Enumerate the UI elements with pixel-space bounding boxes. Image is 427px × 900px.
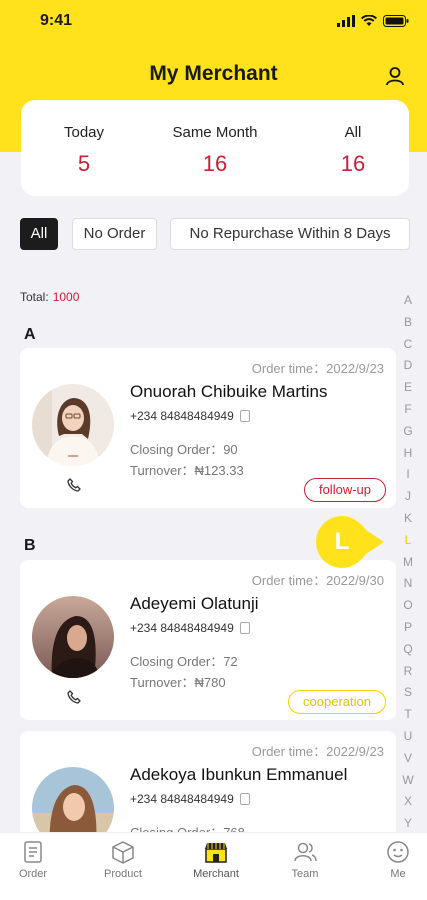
alphabet-index-letter[interactable]: I: [401, 464, 415, 486]
tab-label: Team: [291, 868, 319, 880]
merchant-card[interactable]: Order time：2022/9/30 Adeyemi Olatunji +2…: [20, 560, 396, 720]
filter-no-order[interactable]: No Order: [72, 218, 157, 250]
turnover: Turnover：₦123.33: [130, 463, 244, 478]
closing-order: Closing Order：72: [130, 654, 238, 669]
stat-label: Same Month: [172, 124, 258, 141]
total-value: 1000: [52, 290, 80, 304]
merchant-icon: [205, 843, 227, 863]
merchant-card[interactable]: Order time：2022/9/23 Onuorah Chibuike Ma…: [20, 348, 396, 508]
alphabet-index-letter[interactable]: V: [401, 748, 415, 770]
merchant-name: Onuorah Chibuike Martins: [130, 382, 328, 401]
alphabet-index-letter[interactable]: X: [401, 791, 415, 813]
tab-label: Order: [18, 868, 48, 880]
order-icon: [24, 841, 42, 863]
section-letter-a: A: [24, 326, 36, 343]
merchant-phone: +234 84848484949: [130, 792, 250, 806]
tab-me[interactable]: Me: [363, 839, 427, 880]
avatar: [32, 384, 114, 466]
stat-label: All: [344, 124, 362, 141]
page-title: My Merchant: [149, 62, 278, 85]
phone-number: +234 84848484949: [130, 792, 234, 806]
phone-number: +234 84848484949: [130, 621, 234, 635]
me-icon: [387, 841, 409, 863]
alphabet-index-letter[interactable]: H: [401, 443, 415, 465]
order-time: Order time：2022/9/23: [251, 361, 384, 376]
alphabet-index-letter[interactable]: L: [401, 530, 415, 552]
alphabet-index-letter[interactable]: P: [401, 617, 415, 639]
alphabet-index-letter[interactable]: O: [401, 595, 415, 617]
tab-label: Merchant: [193, 868, 239, 880]
user-icon[interactable]: [385, 66, 405, 86]
alphabet-index-letter[interactable]: B: [401, 312, 415, 334]
tab-team[interactable]: Team: [270, 839, 340, 880]
tab-product[interactable]: Product: [88, 839, 158, 880]
alphabet-index[interactable]: ABCDEFGHIJKLMNOPQRSTUVWXYZ: [401, 290, 415, 857]
alphabet-index-letter[interactable]: G: [401, 421, 415, 443]
stat-value: 5: [77, 151, 91, 176]
stat-value: 16: [202, 151, 228, 176]
alphabet-index-letter[interactable]: M: [401, 552, 415, 574]
alphabet-index-letter[interactable]: R: [401, 661, 415, 683]
battery-icon: [383, 15, 409, 27]
alphabet-index-letter[interactable]: K: [401, 508, 415, 530]
copy-icon[interactable]: [239, 410, 250, 422]
merchant-phone: +234 84848484949: [130, 621, 250, 635]
product-icon: [112, 841, 134, 864]
alphabet-index-letter[interactable]: Q: [401, 639, 415, 661]
stat-value: 16: [340, 151, 366, 176]
stats-card: Today 5 Same Month 16 All 16: [21, 100, 409, 196]
total-label: Total:: [20, 290, 49, 304]
order-time: Order time：2022/9/23: [251, 744, 384, 759]
phone-number: +234 84848484949: [130, 409, 234, 423]
stat-same-month[interactable]: Same Month 16: [165, 124, 265, 177]
avatar: [32, 596, 114, 678]
total-row: Total: 1000: [20, 290, 79, 304]
tab-order[interactable]: Order: [0, 839, 68, 880]
copy-icon[interactable]: [239, 622, 250, 634]
status-icons: [337, 14, 409, 28]
copy-icon[interactable]: [239, 793, 250, 805]
team-icon: [294, 842, 317, 862]
turnover: Turnover：₦780: [130, 675, 226, 690]
alphabet-index-letter[interactable]: W: [401, 770, 415, 792]
alphabet-index-letter[interactable]: F: [401, 399, 415, 421]
status-bar: 9:41: [0, 0, 427, 44]
tab-label: Product: [104, 868, 142, 880]
merchant-phone: +234 84848484949: [130, 409, 250, 423]
filter-all[interactable]: All: [20, 218, 58, 250]
stat-today[interactable]: Today 5: [34, 124, 134, 177]
alphabet-index-letter[interactable]: J: [401, 486, 415, 508]
section-letter-b: B: [24, 537, 36, 554]
tab-bar: Order Product Merchant Team Me: [0, 832, 427, 900]
alphabet-index-letter[interactable]: S: [401, 682, 415, 704]
alphabet-index-letter[interactable]: E: [401, 377, 415, 399]
closing-order: Closing Order：90: [130, 442, 238, 457]
merchant-name: Adekoya Ibunkun Emmanuel: [130, 765, 348, 784]
tab-merchant[interactable]: Merchant: [181, 839, 251, 880]
stat-all[interactable]: All 16: [303, 124, 403, 177]
alphabet-index-letter[interactable]: U: [401, 726, 415, 748]
status-tag[interactable]: follow-up: [303, 478, 386, 502]
alphabet-index-letter[interactable]: N: [401, 573, 415, 595]
order-time: Order time：2022/9/30: [251, 573, 384, 588]
alphabet-index-letter[interactable]: D: [401, 355, 415, 377]
letter-bubble-label: L: [334, 528, 350, 555]
status-tag[interactable]: cooperation: [288, 690, 386, 714]
wifi-icon: [361, 15, 377, 26]
alphabet-index-letter[interactable]: A: [401, 290, 415, 312]
stat-label: Today: [63, 124, 105, 141]
alphabet-index-letter[interactable]: T: [401, 704, 415, 726]
alphabet-index-letter[interactable]: C: [401, 334, 415, 356]
merchant-name: Adeyemi Olatunji: [130, 594, 259, 613]
signal-icon: [337, 15, 355, 27]
status-time: 9:41: [40, 12, 73, 29]
phone-icon[interactable]: [67, 478, 81, 492]
phone-icon[interactable]: [67, 690, 81, 704]
tab-label: Me: [390, 868, 406, 880]
filter-no-repurchase[interactable]: No Repurchase Within 8 Days: [170, 218, 410, 250]
